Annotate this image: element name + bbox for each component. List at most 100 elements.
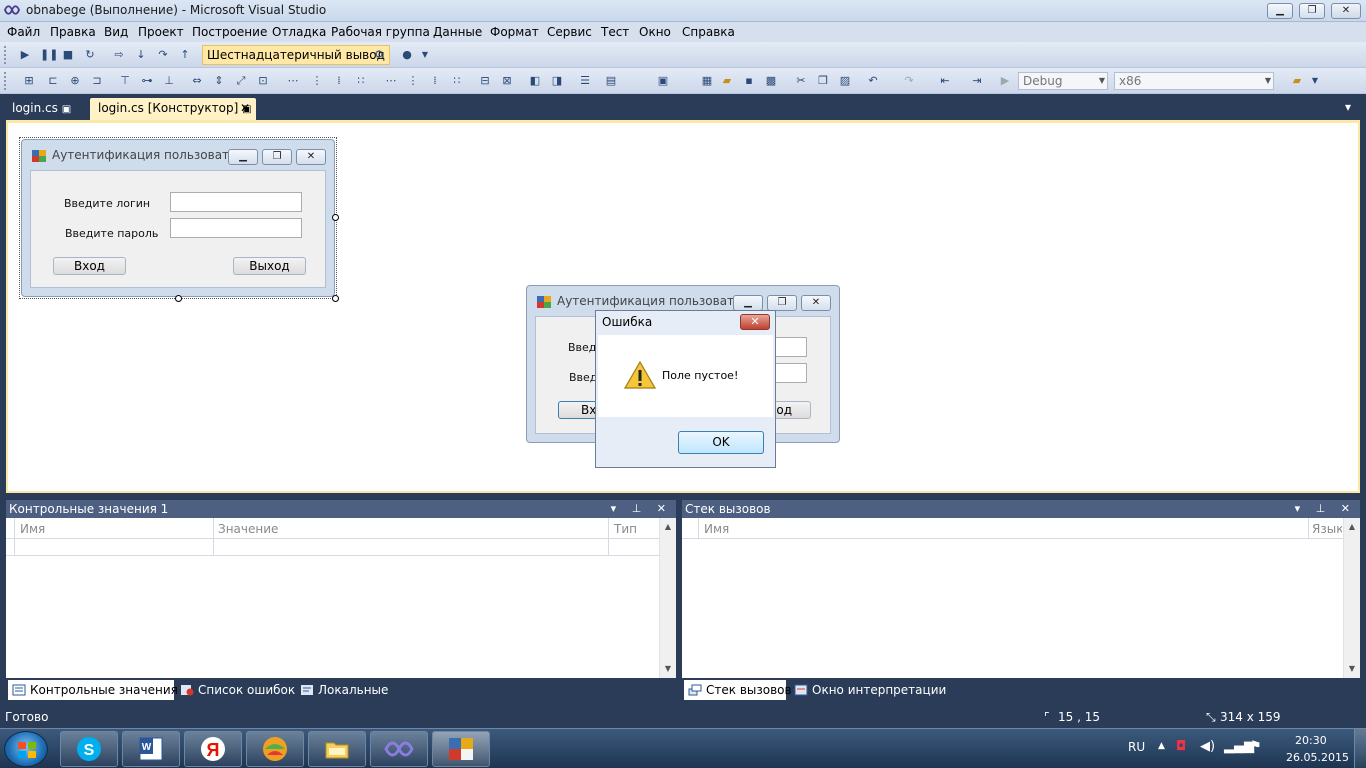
send-to-back-icon[interactable]: ◨	[550, 74, 564, 88]
menu-file[interactable]: Файл	[7, 25, 40, 39]
align-left-icon[interactable]: ⊏	[46, 74, 60, 88]
copy-icon[interactable]: ❐	[816, 74, 830, 88]
align-grid-icon[interactable]: ⊞	[22, 74, 36, 88]
toolbar-grip[interactable]	[4, 46, 7, 64]
vspace-increase-icon[interactable]: ⋮	[406, 74, 420, 88]
continue-icon[interactable]: ▶	[18, 48, 32, 62]
taskbar-app[interactable]	[246, 731, 304, 767]
tab-order-icon[interactable]: ☰	[578, 74, 592, 88]
menu-tools[interactable]: Сервис	[547, 25, 592, 39]
show-desktop-button[interactable]	[1354, 729, 1366, 768]
column-type[interactable]: Тип	[614, 522, 637, 536]
align-bottom-icon[interactable]: ⊥	[162, 74, 176, 88]
scroll-up-icon[interactable]: ▲	[660, 522, 676, 531]
menu-help[interactable]: Справка	[682, 25, 735, 39]
vspace-remove-icon[interactable]: ∷	[450, 74, 464, 88]
tab-watch-1[interactable]: Контрольные значения 1	[8, 680, 189, 700]
start-debug-icon[interactable]: ▶	[998, 74, 1012, 88]
menu-edit[interactable]: Правка	[50, 25, 96, 39]
column-value[interactable]: Значение	[218, 522, 278, 536]
taskbar-visual-studio[interactable]	[370, 731, 428, 767]
clock-time[interactable]: 20:30	[1295, 734, 1327, 747]
toolbar-grip[interactable]	[4, 72, 7, 90]
tab-immediate-window[interactable]: Окно интерпретации	[790, 680, 946, 700]
center-vertically-icon[interactable]: ⊠	[500, 74, 514, 88]
menu-team[interactable]: Рабочая группа	[331, 25, 430, 39]
enter-button[interactable]: Вход	[53, 257, 126, 275]
cut-icon[interactable]: ✂	[794, 74, 808, 88]
hspace-increase-icon[interactable]: ⋮	[310, 74, 324, 88]
align-top-icon[interactable]: ⊤	[118, 74, 132, 88]
form-close-button[interactable]: ✕	[801, 295, 831, 311]
vspace-decrease-icon[interactable]: ⁞	[428, 74, 442, 88]
resize-handle-corner[interactable]	[332, 295, 339, 302]
ok-button[interactable]: OK	[678, 431, 764, 454]
hspace-equal-icon[interactable]: ⋯	[286, 74, 300, 88]
maximize-button[interactable]: ❐	[1299, 3, 1325, 19]
login-textbox[interactable]	[170, 192, 302, 212]
platform-dropdown[interactable]: x86 ▼	[1114, 72, 1274, 90]
save-icon[interactable]: ▪	[742, 74, 756, 88]
toolbar-overflow-icon[interactable]: ▼	[1308, 74, 1322, 88]
scroll-down-icon[interactable]: ▼	[1344, 664, 1360, 673]
menu-build[interactable]: Построение	[192, 25, 267, 39]
action-center-icon[interactable]: ⚑	[1250, 739, 1262, 754]
same-width-icon[interactable]: ⇔	[190, 74, 204, 88]
pause-icon[interactable]: ❚❚	[40, 48, 58, 62]
menu-data[interactable]: Данные	[433, 25, 482, 39]
taskbar-word[interactable]: W	[122, 731, 180, 767]
network-warning-icon[interactable]: ◘	[1176, 739, 1186, 754]
column-name[interactable]: Имя	[704, 522, 729, 536]
chevron-down-icon[interactable]: ▼	[418, 48, 432, 62]
open-folder-icon[interactable]: ▰	[720, 74, 734, 88]
menu-view[interactable]: Вид	[104, 25, 128, 39]
taskbar-running-app[interactable]	[432, 731, 490, 767]
panel-window-buttons[interactable]: ▾ ⊥ ✕	[1295, 500, 1356, 518]
breakpoints-icon[interactable]: ●	[400, 48, 414, 62]
tab-call-stack[interactable]: Стек вызовов	[684, 680, 792, 700]
hspace-decrease-icon[interactable]: ⁞	[332, 74, 346, 88]
column-language[interactable]: Язык	[1312, 522, 1342, 536]
center-horizontally-icon[interactable]: ⊟	[478, 74, 492, 88]
volume-icon[interactable]: ◀)	[1200, 739, 1215, 754]
step-out-icon[interactable]: ↑	[178, 48, 192, 62]
menu-test[interactable]: Тест	[601, 25, 629, 39]
redo-icon[interactable]: ↷	[902, 74, 916, 88]
threads-icon[interactable]: ⚙	[372, 48, 386, 62]
find-in-files-icon[interactable]: ▰	[1290, 74, 1304, 88]
tab-login-designer[interactable]: login.cs [Конструктор] ▣ ✕	[90, 98, 256, 120]
minimize-button[interactable]: ▁	[1267, 3, 1293, 19]
tab-error-list[interactable]: Список ошибок	[176, 680, 295, 700]
language-indicator[interactable]: RU	[1128, 740, 1145, 754]
scroll-down-icon[interactable]: ▼	[660, 664, 676, 673]
tab-overflow-icon[interactable]: ▾	[1345, 100, 1351, 114]
exit-button[interactable]: Выход	[233, 257, 306, 275]
save-all-icon[interactable]: ▩	[764, 74, 778, 88]
form-maximize-button[interactable]: ❐	[767, 295, 797, 311]
resize-handle-right[interactable]	[332, 214, 339, 221]
callstack-scrollbar[interactable]: ▲ ▼	[1343, 518, 1360, 678]
restart-icon[interactable]: ↻	[83, 48, 97, 62]
login-label[interactable]: Введите логин	[64, 197, 150, 210]
align-right-icon[interactable]: ⊐	[90, 74, 104, 88]
taskbar-explorer[interactable]	[308, 731, 366, 767]
configuration-dropdown[interactable]: Debug ▼	[1018, 72, 1108, 90]
same-size-icon[interactable]: ⤢	[234, 74, 248, 88]
undo-icon[interactable]: ↶	[866, 74, 880, 88]
taskbar-skype[interactable]: S	[60, 731, 118, 767]
watch-empty-row[interactable]	[6, 555, 659, 556]
tab-locals[interactable]: Локальные	[296, 680, 396, 700]
close-tab-icon[interactable]: ✕	[240, 98, 250, 118]
size-to-grid-icon[interactable]: ⊡	[256, 74, 270, 88]
stop-icon[interactable]: ■	[61, 48, 75, 62]
bring-to-front-icon[interactable]: ◧	[528, 74, 542, 88]
menu-project[interactable]: Проект	[138, 25, 184, 39]
column-name[interactable]: Имя	[20, 522, 45, 536]
add-item-icon[interactable]: ▦	[700, 74, 714, 88]
menu-format[interactable]: Формат	[490, 25, 539, 39]
menu-debug[interactable]: Отладка	[272, 25, 326, 39]
vspace-equal-icon[interactable]: ⋯	[384, 74, 398, 88]
form-minimize-button[interactable]: ▁	[733, 295, 763, 311]
show-hidden-icons-icon[interactable]: ▲	[1158, 741, 1165, 751]
navigate-forward-icon[interactable]: ⇥	[970, 74, 984, 88]
